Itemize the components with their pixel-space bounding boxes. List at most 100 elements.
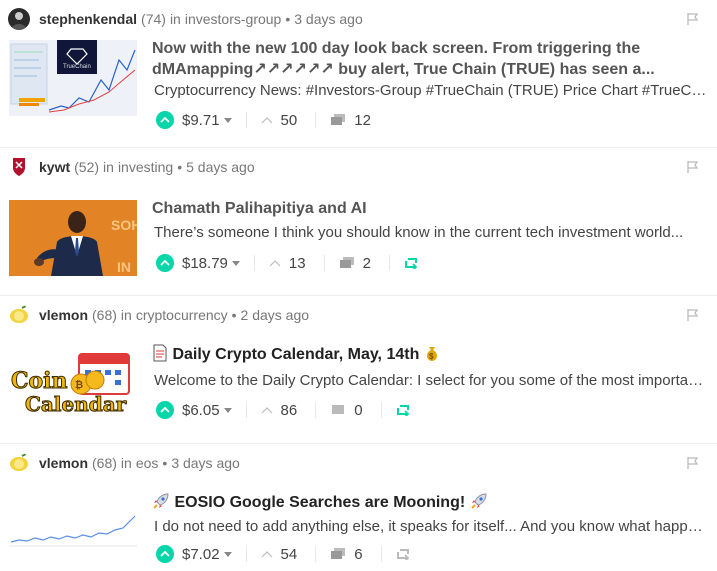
svg-text:₿: ₿ (75, 379, 83, 391)
svg-text:IN: IN (117, 259, 131, 275)
svg-text:$: $ (429, 352, 434, 361)
votes-count-button[interactable]: 86 (261, 402, 316, 419)
divider (315, 112, 317, 128)
community-link[interactable]: cryptocurrency (136, 307, 228, 323)
payout-dropdown-caret[interactable] (231, 260, 240, 266)
author-name[interactable]: kywt (39, 159, 70, 175)
resteem-button[interactable] (396, 548, 410, 560)
post-thumbnail[interactable]: ₿ Coin Calendar (9, 348, 137, 424)
divider (315, 546, 317, 562)
author-avatar[interactable] (8, 156, 30, 178)
upvote-button[interactable] (156, 545, 174, 563)
flag-icon[interactable] (687, 456, 699, 470)
post-thumbnail[interactable] (9, 500, 137, 550)
votes-count-button[interactable]: 50 (261, 112, 316, 129)
community-link[interactable]: eos (136, 455, 159, 471)
chevron-up-icon (160, 116, 170, 123)
payout-value[interactable]: $9.71 (182, 112, 220, 129)
votes-count: 13 (288, 254, 306, 272)
post-title-row[interactable]: EOSIO Google Searches are Mooning! (152, 492, 711, 513)
chevron-up-icon (160, 406, 170, 413)
community-link[interactable]: investors-group (185, 11, 282, 27)
comments-icon (331, 114, 346, 125)
post-author-row: vlemon (68) in cryptocurrency • 2 days a… (8, 304, 717, 326)
author-reputation: (74) (141, 11, 166, 27)
post-title[interactable]: EOSIO Google Searches are Mooning! (174, 494, 465, 511)
comments-button[interactable]: 2 (339, 255, 389, 272)
in-label: in (169, 11, 181, 27)
post-feed: stephenkendal (74) in investors-group • … (0, 0, 717, 571)
votes-count: 86 (280, 401, 298, 419)
post-footer: $7.02 54 6 (156, 543, 410, 565)
resteem-button[interactable] (396, 404, 410, 416)
chevron-up-icon (261, 117, 272, 124)
separator-dot: • (162, 455, 168, 471)
divider (245, 112, 247, 128)
post-item: stephenkendal (74) in investors-group • … (0, 0, 717, 148)
upvote-button[interactable] (156, 111, 174, 129)
upvote-button[interactable] (156, 254, 174, 272)
money-bag-icon: $ (426, 347, 437, 361)
comments-icon (332, 405, 345, 414)
payout-value[interactable]: $6.05 (182, 402, 220, 419)
chevron-up-icon (160, 550, 170, 557)
flag-icon[interactable] (687, 12, 699, 26)
upvote-button[interactable] (156, 401, 174, 419)
votes-count: 50 (280, 111, 298, 129)
payout-dropdown-caret[interactable] (223, 407, 232, 413)
post-excerpt[interactable]: I do not need to add anything else, it s… (154, 518, 711, 535)
post-time[interactable]: 3 days ago (294, 11, 363, 27)
post-title[interactable]: Now with the new 100 day look back scree… (152, 38, 711, 80)
divider (380, 546, 382, 562)
divider (323, 255, 325, 271)
post-author-row: vlemon (68) in eos • 3 days ago (8, 452, 717, 474)
rocket-icon (153, 493, 169, 509)
votes-count-button[interactable]: 54 (261, 546, 316, 563)
post-item: kywt (52) in investing • 5 days ago SOH … (0, 148, 717, 296)
author-avatar[interactable] (8, 452, 30, 474)
post-title[interactable]: Chamath Palihapitiya and AI (152, 198, 711, 219)
post-excerpt[interactable]: Cryptocurrency News: #Investors-Group #T… (154, 82, 711, 99)
payout-value[interactable]: $7.02 (182, 546, 220, 563)
in-label: in (120, 455, 132, 471)
post-time[interactable]: 5 days ago (186, 159, 255, 175)
chevron-up-icon (160, 259, 170, 266)
flag-icon[interactable] (687, 160, 699, 174)
author-name[interactable]: vlemon (39, 455, 88, 471)
payout-dropdown-caret[interactable] (223, 117, 232, 123)
post-title[interactable]: Daily Crypto Calendar, May, 14th (172, 346, 419, 363)
separator-dot: • (177, 159, 183, 175)
comments-button[interactable]: 0 (330, 402, 380, 419)
payout-dropdown-caret[interactable] (223, 551, 232, 557)
resteem-button[interactable] (404, 257, 418, 269)
community-link[interactable]: investing (118, 159, 173, 175)
divider (380, 402, 382, 418)
author-avatar[interactable] (8, 8, 30, 30)
votes-count-button[interactable]: 13 (269, 255, 324, 272)
author-name[interactable]: vlemon (39, 307, 88, 323)
comments-button[interactable]: 12 (330, 112, 389, 129)
comments-button[interactable]: 6 (330, 546, 380, 563)
document-icon (153, 344, 167, 362)
author-avatar[interactable] (8, 304, 30, 326)
post-title-row[interactable]: Daily Crypto Calendar, May, 14th $ (152, 344, 711, 365)
thumbnail-text-calendar: Calendar (24, 392, 127, 417)
votes-count: 54 (280, 545, 298, 563)
post-time[interactable]: 2 days ago (241, 307, 310, 323)
in-label: in (103, 159, 114, 175)
comments-icon (331, 548, 346, 559)
divider (245, 546, 247, 562)
payout-value[interactable]: $18.79 (182, 255, 228, 272)
post-thumbnail[interactable]: SOH IN (9, 200, 137, 276)
post-thumbnail[interactable]: TrueChain (9, 40, 137, 116)
post-excerpt[interactable]: Welcome to the Daily Crypto Calendar: I … (154, 372, 711, 389)
chevron-up-icon (261, 551, 272, 558)
flag-icon[interactable] (687, 308, 699, 322)
comments-count: 0 (354, 401, 363, 419)
author-reputation: (52) (74, 159, 100, 175)
resteem-icon (396, 405, 409, 416)
post-excerpt[interactable]: There’s someone I think you should know … (154, 224, 711, 241)
author-name[interactable]: stephenkendal (39, 11, 137, 27)
post-item: vlemon (68) in cryptocurrency • 2 days a… (0, 296, 717, 444)
post-time[interactable]: 3 days ago (171, 455, 240, 471)
